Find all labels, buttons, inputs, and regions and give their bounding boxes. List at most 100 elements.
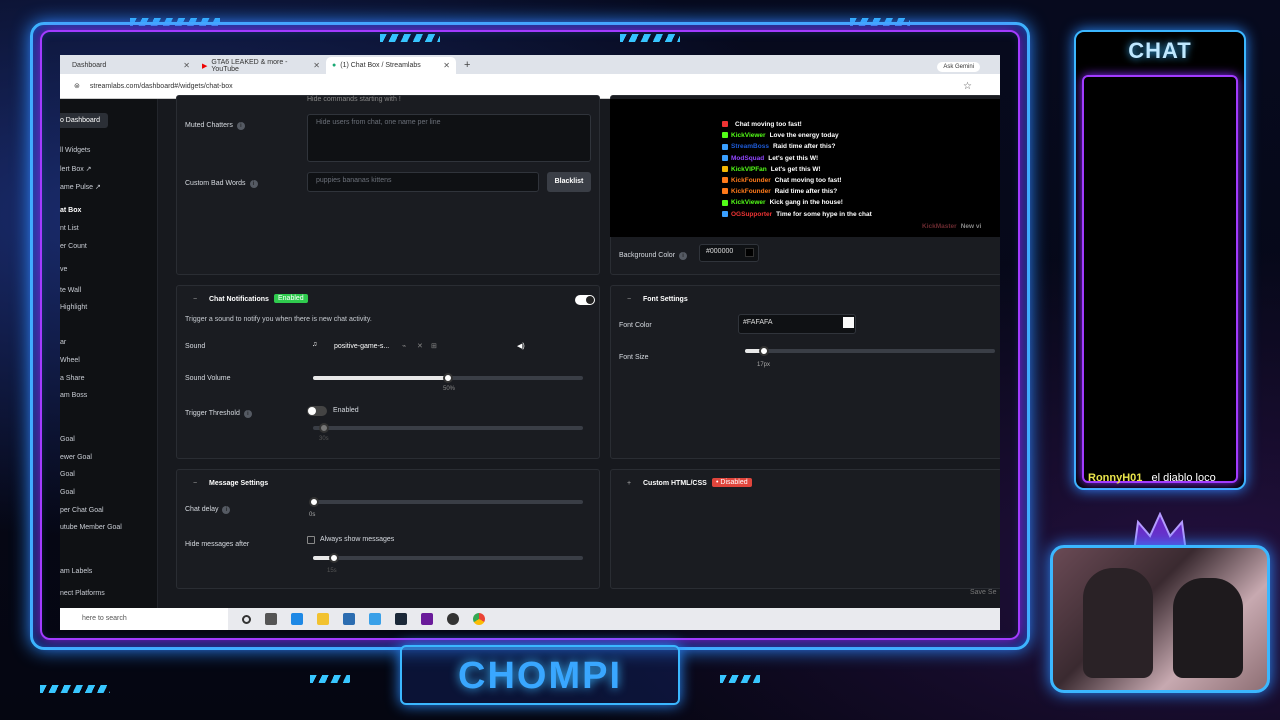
close-icon[interactable]: ✕: [183, 61, 190, 70]
always-show-checkbox[interactable]: [307, 536, 315, 544]
info-icon[interactable]: i: [222, 506, 231, 514]
sidebar-item[interactable]: Goal: [60, 489, 75, 496]
explorer-icon[interactable]: [317, 613, 329, 625]
obs-icon[interactable]: [447, 613, 459, 625]
sidebar-item[interactable]: ar: [60, 339, 66, 346]
custom-bad-words-input[interactable]: puppies bananas kittens: [307, 172, 539, 192]
sidebar-item[interactable]: nt List: [60, 225, 79, 232]
info-icon[interactable]: i: [236, 122, 245, 130]
slider-handle[interactable]: [329, 553, 339, 563]
ask-gemini-button[interactable]: Ask Gemini: [937, 62, 980, 72]
site-info-icon[interactable]: ⊜: [74, 82, 80, 90]
steam-icon[interactable]: [395, 613, 407, 625]
youtube-icon: ▶: [202, 62, 208, 70]
remove-icon[interactable]: ✕: [417, 342, 423, 350]
sidebar-item-chat-box[interactable]: at Box: [60, 207, 81, 214]
preview-chat-line: ModSquad Let's get this W!: [722, 155, 818, 162]
chat-notifications-panel: − Chat Notifications Enabled Trigger a s…: [176, 285, 600, 459]
slider-handle[interactable]: [309, 497, 319, 507]
chat-delay-slider[interactable]: [309, 497, 583, 507]
enabled-badge: Enabled: [274, 294, 308, 303]
tab-dashboard[interactable]: Dashboard ✕: [66, 57, 196, 74]
task-view-icon[interactable]: [242, 614, 251, 624]
sidebar-item[interactable]: am Labels: [60, 568, 92, 575]
edge-icon[interactable]: [291, 613, 303, 625]
badge-icon: [722, 143, 728, 150]
back-to-dashboard-button[interactable]: to Dashboard: [60, 113, 109, 128]
sidebar-item[interactable]: am Boss: [60, 392, 87, 399]
store-icon[interactable]: [343, 613, 355, 625]
tab-chat-box[interactable]: ● (1) Chat Box / Streamlabs ✕: [326, 57, 456, 74]
message-settings-panel: − Message Settings Chat delay i 0s Hide m…: [176, 469, 600, 589]
preview-message: Chat moving too fast!: [735, 121, 802, 128]
guest-silhouette: [1173, 578, 1243, 678]
font-size-slider[interactable]: [745, 346, 995, 356]
threshold-toggle[interactable]: [307, 406, 327, 416]
preview-chat-line: KickFounder Raid time after this?: [722, 188, 837, 195]
hide-after-value: 15s: [327, 568, 337, 574]
sidebar-item[interactable]: per Chat Goal: [60, 507, 104, 514]
muted-chatters-input[interactable]: Hide users from chat, one name per line: [307, 114, 591, 162]
chrome-icon[interactable]: [473, 613, 485, 625]
sidebar-item[interactable]: te Wall: [60, 287, 81, 294]
sidebar-item[interactable]: ewer Goal: [60, 454, 92, 461]
preview-username: KickViewer: [731, 132, 766, 140]
tab-label: Dashboard: [72, 62, 107, 69]
collapse-icon[interactable]: −: [193, 296, 197, 303]
color-swatch[interactable]: [745, 248, 754, 257]
sidebar-item[interactable]: Highlight: [60, 304, 87, 311]
info-icon[interactable]: i: [679, 252, 688, 260]
speaker-icon[interactable]: ◀): [517, 342, 525, 350]
sidebar-item[interactable]: ve: [60, 266, 67, 273]
slider-handle[interactable]: [443, 373, 453, 383]
blacklist-button[interactable]: Blacklist: [547, 172, 591, 192]
color-swatch[interactable]: [843, 317, 854, 328]
sidebar-item[interactable]: Goal: [60, 471, 75, 478]
taskbar-search[interactable]: here to search: [60, 608, 228, 630]
sidebar-item[interactable]: lert Box ↗: [60, 165, 92, 173]
sound-volume-slider[interactable]: [313, 373, 583, 383]
threshold-slider[interactable]: [313, 423, 583, 433]
sidebar-item[interactable]: a Share: [60, 375, 85, 382]
expand-icon[interactable]: +: [627, 480, 631, 487]
new-tab-button[interactable]: +: [456, 57, 478, 74]
sidebar-item[interactable]: nect Platforms: [60, 590, 105, 597]
custom-bad-words-text: Custom Bad Words: [185, 180, 246, 187]
music-note-icon: ♫: [312, 341, 318, 348]
channel-logo: CHOMPI: [400, 645, 680, 705]
close-icon[interactable]: ✕: [313, 61, 320, 70]
collapse-icon[interactable]: −: [627, 296, 631, 303]
collapse-icon[interactable]: −: [193, 480, 197, 487]
mail-icon[interactable]: [369, 613, 381, 625]
info-icon[interactable]: i: [249, 180, 258, 188]
sidebar-item[interactable]: utube Member Goal: [60, 524, 122, 531]
volume-value: 50%: [443, 386, 456, 392]
sidebar-item[interactable]: ame Pulse ↗: [60, 183, 101, 191]
save-settings-button[interactable]: Save Se: [970, 589, 996, 596]
sidebar-item[interactable]: ll Widgets: [60, 147, 90, 154]
slider-handle[interactable]: [759, 346, 769, 356]
sidebar-item[interactable]: Goal: [60, 436, 75, 443]
badge-icon: [722, 166, 728, 173]
widgets-icon[interactable]: [265, 613, 277, 625]
grid-icon[interactable]: ⊞: [431, 342, 437, 350]
link-icon[interactable]: ⌁: [402, 342, 406, 350]
info-icon[interactable]: i: [243, 410, 252, 418]
tab-youtube[interactable]: ▶ GTA6 LEAKED & more - YouTube ✕: [196, 57, 326, 74]
tab-label: GTA6 LEAKED & more - YouTube: [211, 58, 288, 73]
badge-icon: [722, 177, 728, 184]
notifications-toggle[interactable]: [575, 295, 595, 305]
hide-after-slider[interactable]: [313, 553, 583, 563]
chat-notifications-title: Chat Notifications: [209, 296, 269, 303]
always-show-label: Always show messages: [320, 536, 395, 543]
close-icon[interactable]: ✕: [443, 61, 450, 70]
sidebar-item[interactable]: er Count: [60, 243, 87, 250]
bookmark-star-icon[interactable]: ☆: [963, 81, 972, 92]
overlay-chat-area: [1082, 75, 1238, 483]
font-color-input[interactable]: #FAFAFA: [738, 314, 856, 334]
app-icon[interactable]: [421, 613, 433, 625]
preview-username: KickMaster: [922, 223, 957, 230]
chat-preview: Chat moving too fast! KickViewer Love the …: [610, 99, 1000, 237]
sidebar-item[interactable]: Wheel: [60, 357, 80, 364]
slider-handle[interactable]: [319, 423, 329, 433]
